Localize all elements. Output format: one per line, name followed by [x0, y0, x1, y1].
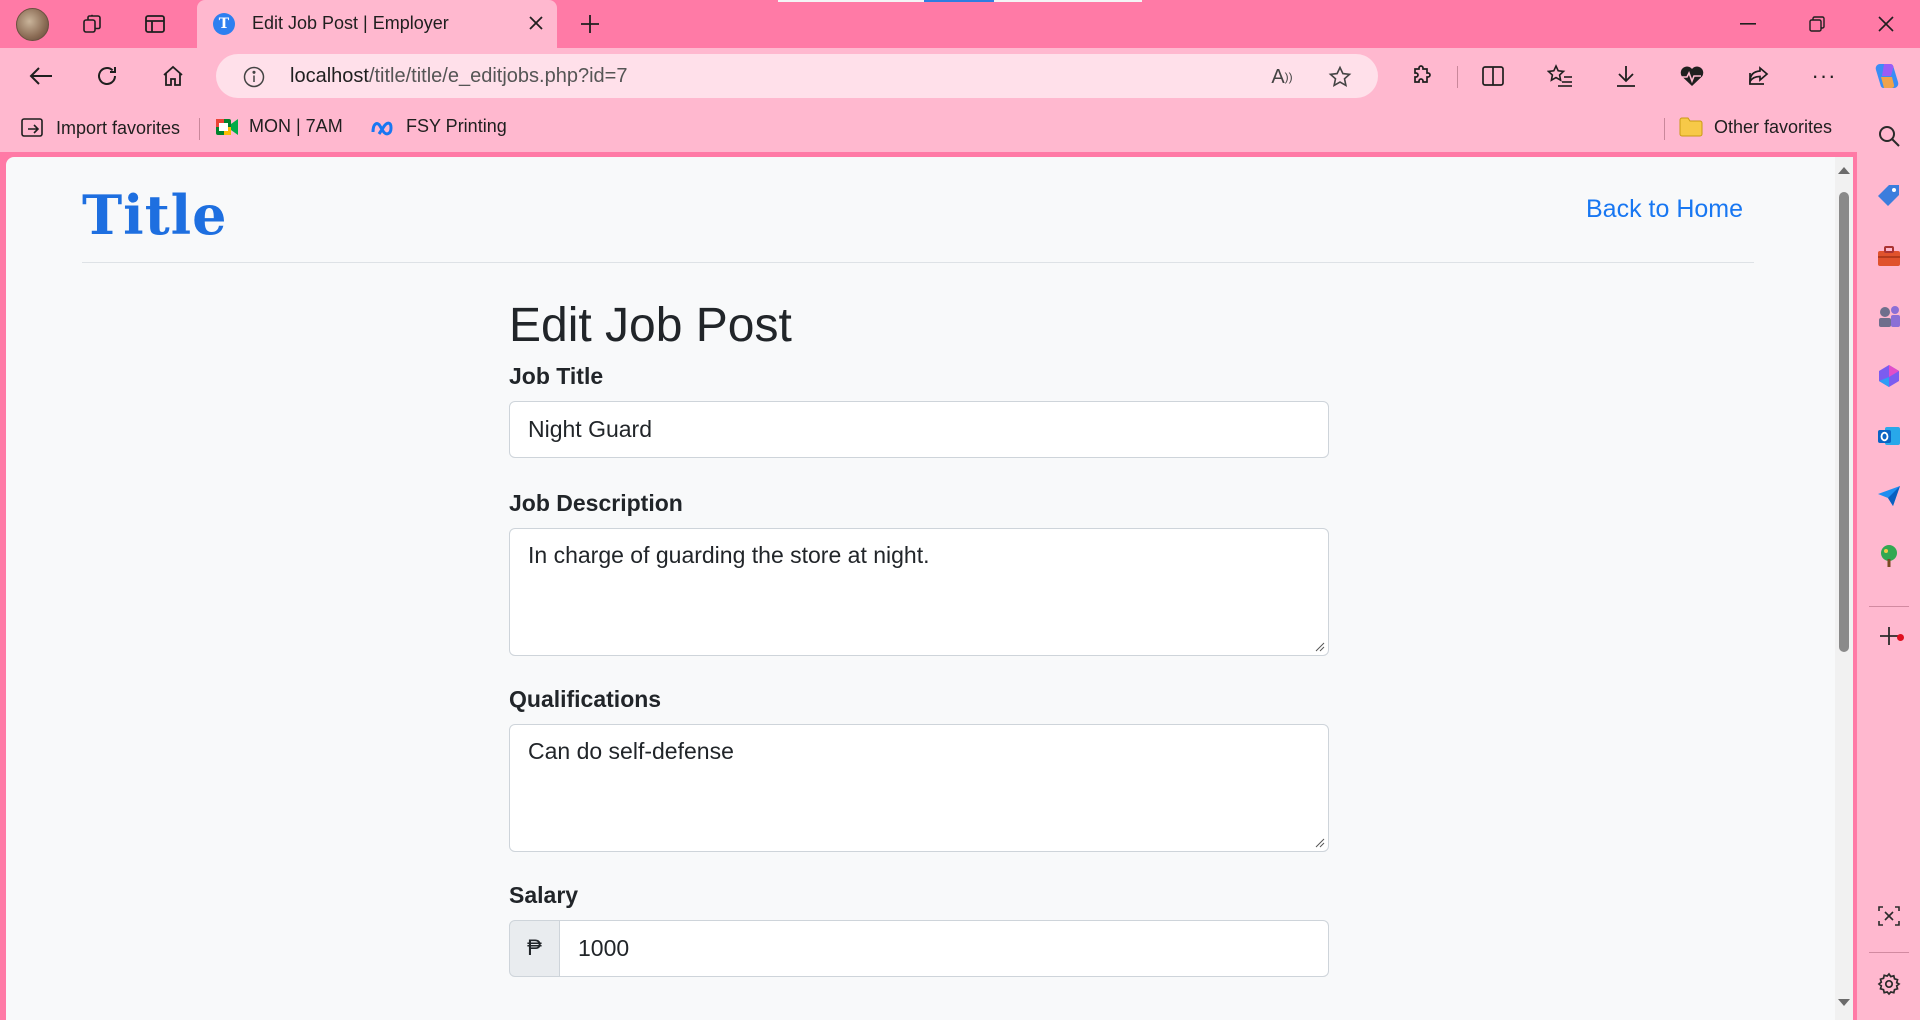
qualifications-textarea[interactable]: Can do self-defense — [509, 723, 1329, 852]
favorites-separator — [1664, 118, 1665, 140]
notification-dot — [1897, 634, 1904, 641]
edge-sidebar — [1857, 104, 1920, 1020]
tools-icon[interactable] — [1875, 242, 1903, 270]
screenshot-icon[interactable] — [1875, 902, 1903, 930]
minimize-icon[interactable] — [1733, 10, 1763, 38]
favorite-mon-7am[interactable]: MON | 7AM — [215, 116, 343, 137]
back-to-home-link[interactable]: Back to Home — [1586, 195, 1743, 224]
resize-handle-icon[interactable] — [1315, 642, 1325, 652]
salary-label: Salary — [509, 881, 579, 908]
downloads-icon[interactable] — [1611, 62, 1641, 90]
scroll-down-icon[interactable] — [1838, 999, 1850, 1006]
shopping-tag-icon[interactable] — [1875, 182, 1903, 210]
send-icon[interactable] — [1875, 482, 1903, 510]
tab-bar: T Edit Job Post | Employer — [0, 0, 1920, 48]
salary-input[interactable]: 1000 — [560, 919, 1329, 977]
url-text[interactable]: localhost/title/title/e_editjobs.php?id=… — [290, 65, 627, 88]
import-favorites-icon — [21, 118, 43, 137]
microsoft-365-icon[interactable] — [1875, 362, 1903, 390]
sidebar-separator — [1869, 606, 1909, 607]
back-icon[interactable] — [26, 62, 56, 90]
header-divider — [82, 262, 1754, 263]
refresh-icon[interactable] — [92, 62, 122, 90]
games-icon[interactable] — [1875, 302, 1903, 330]
new-tab-icon[interactable] — [575, 10, 605, 38]
job-title-input[interactable]: Night Guard — [509, 400, 1329, 458]
toolbar-separator — [1457, 66, 1458, 88]
search-icon[interactable] — [1875, 122, 1903, 150]
favorite-star-icon[interactable] — [1326, 64, 1354, 90]
copilot-icon[interactable] — [1869, 59, 1905, 93]
workspaces-icon[interactable] — [78, 10, 108, 38]
nav-toolbar: localhost/title/title/e_editjobs.php?id=… — [0, 48, 1920, 104]
salary-input-group: ₱ 1000 — [509, 919, 1329, 977]
site-favicon-icon: T — [213, 13, 235, 35]
import-favorites[interactable]: Import favorites — [20, 116, 180, 140]
scroll-thumb[interactable] — [1839, 192, 1849, 652]
page-viewport: Title Back to Home Edit Job Post Job Tit… — [6, 157, 1853, 1020]
browser-essentials-icon[interactable] — [1677, 62, 1707, 90]
qualifications-label: Qualifications — [509, 685, 662, 712]
restore-icon[interactable] — [1802, 10, 1832, 38]
job-description-label: Job Description — [509, 489, 683, 516]
close-tab-icon[interactable] — [523, 10, 549, 36]
outlook-icon[interactable] — [1875, 422, 1903, 450]
profile-avatar[interactable] — [16, 8, 49, 41]
site-info-icon[interactable] — [242, 65, 266, 89]
qualifications-text: Can do self-defense — [528, 737, 734, 764]
tab-active[interactable]: T Edit Job Post | Employer — [197, 0, 557, 48]
other-favorites[interactable]: Other favorites — [1678, 116, 1832, 138]
job-title-label: Job Title — [509, 362, 604, 389]
tree-icon[interactable] — [1875, 542, 1903, 570]
address-bar[interactable]: localhost/title/title/e_editjobs.php?id=… — [216, 54, 1378, 98]
currency-prefix: ₱ — [509, 919, 560, 977]
close-window-icon[interactable] — [1871, 10, 1901, 38]
share-icon[interactable] — [1743, 62, 1773, 90]
read-aloud-icon[interactable]: A)) — [1268, 64, 1296, 90]
favorite-fsy-printing[interactable]: FSY Printing — [370, 116, 507, 137]
page-title: Edit Job Post — [509, 299, 792, 352]
scroll-up-icon[interactable] — [1838, 167, 1850, 174]
folder-icon — [1679, 117, 1703, 137]
split-screen-icon[interactable] — [1478, 62, 1508, 90]
home-icon[interactable] — [158, 62, 188, 90]
tab-title: Edit Job Post | Employer — [252, 13, 449, 33]
brand-logo[interactable]: Title — [82, 183, 228, 247]
google-meet-icon — [216, 118, 238, 135]
page-scrollbar[interactable] — [1835, 157, 1853, 1020]
job-description-text: In charge of guarding the store at night… — [528, 541, 930, 568]
extensions-icon[interactable] — [1407, 62, 1437, 90]
favorites-list-icon[interactable] — [1545, 62, 1575, 90]
sidebar-separator — [1869, 952, 1909, 953]
edit-job-form: Edit Job Post Job Title Night Guard Job … — [509, 297, 1329, 977]
tab-actions-icon[interactable] — [140, 10, 170, 38]
favorites-separator — [199, 118, 200, 140]
favorites-bar: Import favorites MON | 7AM FSY Printing … — [0, 104, 1920, 152]
resize-handle-icon[interactable] — [1315, 838, 1325, 848]
settings-gear-icon[interactable] — [1875, 970, 1903, 998]
window-drag-strip — [778, 0, 1142, 2]
more-options-icon[interactable]: ··· — [1809, 62, 1839, 90]
job-description-textarea[interactable]: In charge of guarding the store at night… — [509, 527, 1329, 656]
meta-icon — [371, 121, 393, 135]
